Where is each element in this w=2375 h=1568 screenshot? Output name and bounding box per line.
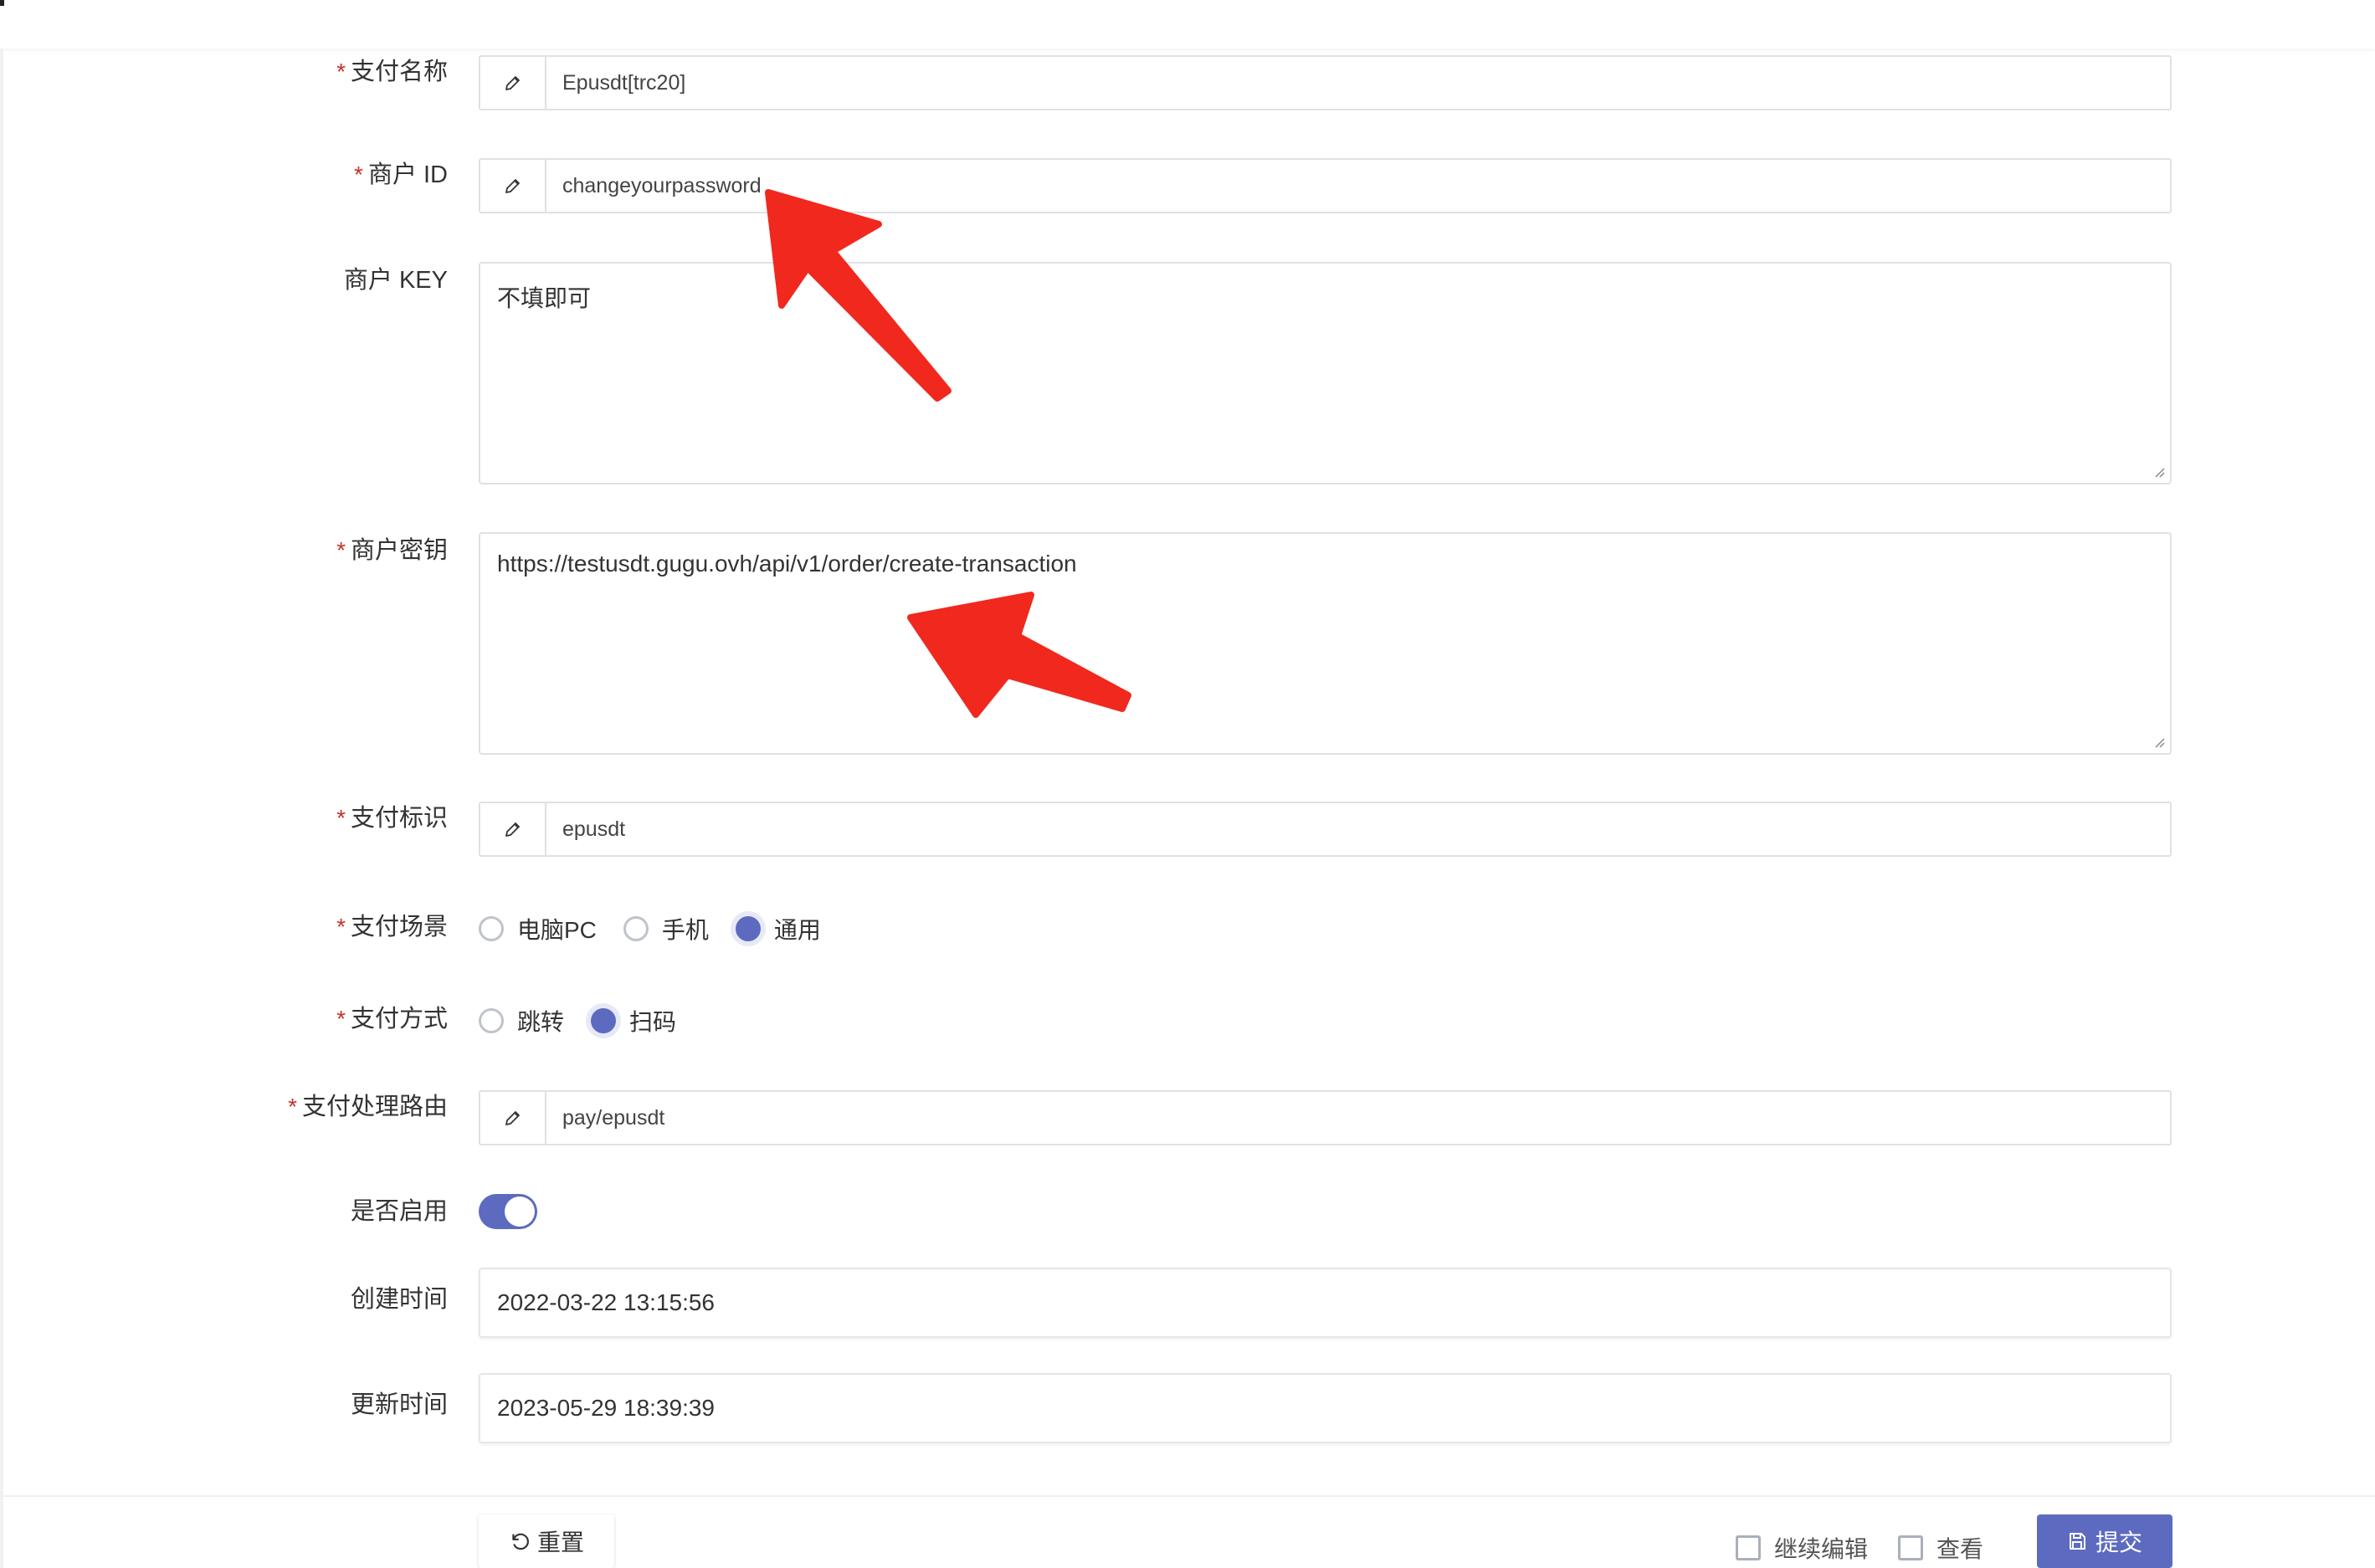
pay-route-value[interactable]: pay/epusdt bbox=[562, 1092, 664, 1144]
checkbox-box[interactable] bbox=[1736, 1535, 1761, 1560]
continue-edit-checkbox[interactable]: 继续编辑 bbox=[1736, 1531, 1868, 1565]
required-asterisk: * bbox=[354, 161, 363, 187]
enabled-toggle[interactable] bbox=[479, 1194, 537, 1229]
pencil-icon bbox=[480, 160, 546, 212]
radio-circle[interactable] bbox=[479, 1008, 504, 1033]
pay-name-value[interactable]: Epusdt[trc20] bbox=[562, 57, 685, 109]
pay-tag-input[interactable]: epusdt bbox=[479, 802, 2172, 857]
pay-tag-value[interactable]: epusdt bbox=[562, 803, 625, 855]
required-asterisk: * bbox=[336, 537, 346, 563]
radio-pay-scene-mobile[interactable]: 手机 bbox=[623, 912, 709, 945]
save-icon bbox=[2069, 1533, 2085, 1550]
merchant-secret-textarea[interactable]: https://testusdt.gugu.ovh/api/v1/order/c… bbox=[479, 532, 2172, 755]
updated-at-field[interactable]: 2023-05-29 18:39:39 bbox=[479, 1373, 2172, 1443]
left-edge bbox=[0, 49, 3, 1568]
radio-pay-method-redirect[interactable]: 跳转 bbox=[479, 1004, 564, 1038]
pay-method-label: * 支付方式 bbox=[336, 1006, 448, 1033]
merchant-key-value[interactable]: 不填即可 bbox=[497, 280, 591, 314]
view-checkbox[interactable]: 查看 bbox=[1898, 1531, 1983, 1565]
submit-button[interactable]: 提交 bbox=[2037, 1514, 2172, 1568]
footer-divider bbox=[0, 1495, 2375, 1497]
pay-method-radio-group: 跳转 扫码 bbox=[479, 1004, 703, 1038]
merchant-secret-label: * 商户密钥 bbox=[336, 537, 448, 564]
merchant-id-label: * 商户 ID bbox=[354, 161, 448, 188]
radio-circle[interactable] bbox=[623, 916, 649, 941]
checkbox-box[interactable] bbox=[1898, 1535, 1923, 1560]
pay-name-label: * 支付名称 bbox=[336, 59, 448, 85]
pencil-icon bbox=[480, 803, 546, 855]
toggle-knob bbox=[505, 1196, 535, 1227]
required-asterisk: * bbox=[288, 1094, 297, 1120]
resize-grip-icon[interactable] bbox=[2153, 736, 2165, 748]
merchant-key-label: 商户 KEY bbox=[343, 267, 448, 294]
radio-pay-scene-general[interactable]: 通用 bbox=[735, 912, 821, 945]
updated-at-label: 更新时间 bbox=[350, 1391, 448, 1418]
created-at-field[interactable]: 2022-03-22 13:15:56 bbox=[479, 1268, 2172, 1338]
resize-grip-icon[interactable] bbox=[2153, 466, 2165, 478]
pay-scene-radio-group: 电脑PC 手机 通用 bbox=[479, 912, 848, 945]
radio-circle-selected[interactable] bbox=[735, 916, 761, 941]
updated-at-value[interactable]: 2023-05-29 18:39:39 bbox=[497, 1375, 715, 1442]
required-asterisk: * bbox=[336, 914, 346, 940]
top-bar-mark bbox=[0, 0, 4, 6]
radio-pay-method-scan[interactable]: 扫码 bbox=[591, 1004, 676, 1038]
required-asterisk: * bbox=[336, 1006, 346, 1032]
pencil-icon bbox=[480, 57, 546, 109]
pay-scene-label: * 支付场景 bbox=[336, 914, 448, 940]
merchant-id-value[interactable]: changeyourpassword bbox=[562, 160, 762, 212]
pay-name-input[interactable]: Epusdt[trc20] bbox=[479, 55, 2172, 110]
created-at-value[interactable]: 2022-03-22 13:15:56 bbox=[497, 1269, 715, 1336]
reset-button[interactable]: 重置 bbox=[479, 1514, 614, 1568]
radio-pay-scene-pc[interactable]: 电脑PC bbox=[479, 912, 597, 945]
pay-route-input[interactable]: pay/epusdt bbox=[479, 1090, 2172, 1145]
required-asterisk: * bbox=[336, 805, 346, 831]
pay-route-label: * 支付处理路由 bbox=[288, 1094, 448, 1120]
undo-icon bbox=[512, 1533, 529, 1550]
merchant-secret-value[interactable]: https://testusdt.gugu.ovh/api/v1/order/c… bbox=[497, 551, 1077, 577]
merchant-key-textarea[interactable]: 不填即可 bbox=[479, 262, 2172, 484]
radio-circle-selected[interactable] bbox=[591, 1008, 617, 1033]
created-at-label: 创建时间 bbox=[350, 1286, 448, 1313]
pay-tag-label: * 支付标识 bbox=[336, 805, 448, 832]
enabled-label: 是否启用 bbox=[350, 1198, 448, 1225]
merchant-id-input[interactable]: changeyourpassword bbox=[479, 158, 2172, 213]
pencil-icon bbox=[480, 1092, 546, 1144]
top-bar bbox=[0, 0, 2375, 49]
radio-circle[interactable] bbox=[479, 916, 504, 941]
required-asterisk: * bbox=[336, 59, 346, 85]
